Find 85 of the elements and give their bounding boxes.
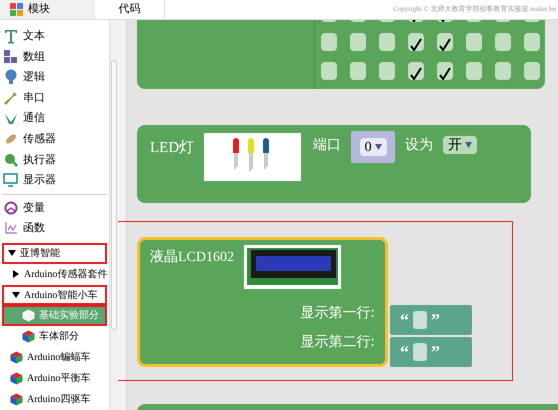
dropdown[interactable]: 开 [443,136,478,154]
dropdown-arrow-icon [465,142,472,148]
matrix-cell[interactable] [495,33,511,51]
dropdown-arrow-icon [374,144,382,150]
category-item[interactable]: 执行器 [0,149,109,170]
category-item[interactable]: 显示器 [0,170,109,191]
matrix-cell[interactable] [379,33,395,51]
scrollbar[interactable] [109,20,118,410]
check-icon [439,67,451,80]
category-item[interactable]: 数组 [0,46,109,68]
tree-item[interactable]: Arduino传感器套件 [2,264,107,285]
tree-label: 亚博智能 [20,246,60,261]
matrix-cell[interactable] [321,62,337,80]
matrix-cell[interactable] [466,33,482,51]
matrix-cell[interactable] [379,62,395,80]
text-icon [4,28,18,44]
category-item[interactable]: 函数 [0,218,109,239]
category-label: 函数 [23,220,45,236]
check-icon [439,38,451,51]
bulb-icon [4,69,16,86]
category-label: 传感器 [23,130,56,147]
tree-item[interactable]: Arduino蝙蝠车 [2,347,107,368]
category-item[interactable]: 变量 [0,198,109,218]
collapsed-arrow-icon[interactable] [12,270,20,278]
tab[interactable]: 模块 [0,0,95,19]
sensor-icon [4,132,18,146]
category-label: 通信 [23,110,45,126]
matrix-cell[interactable] [408,62,424,80]
category-label: 文本 [23,28,45,44]
tree-item[interactable]: Arduino平衡车 [2,368,107,390]
tree-item[interactable]: 车体部分 [2,326,107,348]
matrix-cell[interactable] [321,33,337,51]
cube-icon [22,309,35,322]
led-block[interactable]: LED灯 端口 0 设为 开 [137,125,531,203]
matrix-cell[interactable] [437,62,453,80]
matrix-cell[interactable] [524,33,540,51]
tree-label: Arduino四驱车 [27,392,90,408]
cube-icon [10,393,23,406]
input-field[interactable] [413,311,427,329]
matrix-cell[interactable] [466,62,482,80]
tree-item[interactable]: 亚博智能 [2,242,107,264]
cube-icon [22,330,35,344]
variable-icon [4,200,18,215]
matrix-cell[interactable] [408,33,424,51]
category-label: 串口 [23,90,45,106]
check-icon [410,67,422,80]
input-field[interactable] [413,343,427,361]
category-item[interactable]: 传感器 [0,128,109,150]
matrix-cell[interactable] [524,62,540,80]
matrix-cell[interactable] [437,33,453,51]
actuator-icon [4,152,18,167]
category-item[interactable]: 文本 [0,26,109,47]
matrix-cell[interactable] [350,62,366,80]
dropdown[interactable]: 0 [360,138,387,156]
cube-icon [10,351,23,364]
matrix-cell[interactable] [495,62,511,80]
category-item[interactable]: 逻辑 [0,67,109,88]
grid-icon [4,50,18,64]
workspace-scrollbar[interactable] [118,20,127,410]
category-item[interactable]: 通信 [0,108,109,129]
matrix-cell[interactable] [350,33,366,51]
tree-label: Arduino智能小车 [24,288,98,303]
tree-label: 车体部分 [39,330,79,344]
category-item[interactable]: 串口 [0,88,109,108]
category-label: 显示器 [23,172,56,188]
tree-item[interactable]: Arduino智能小车 [2,284,107,306]
input-label: 显示第一行: [300,304,375,323]
category-label: 逻辑 [23,69,45,86]
tree-label: 基础实验部分 [39,308,99,324]
tree-label: Arduino蝙蝠车 [27,350,90,366]
check-icon [410,38,422,51]
input-label: 显示第二行: [300,333,375,352]
cube-icon [10,372,23,386]
function-icon [4,222,16,234]
category-label: 执行器 [23,152,56,168]
category-label: 变量 [23,200,45,216]
puzzle-icon [10,2,24,16]
tree-label: Arduino平衡车 [27,372,90,386]
cable-icon [4,92,17,105]
tree-label: Arduino传感器套件 [24,268,108,282]
expanded-arrow-icon[interactable] [8,249,16,258]
category-label: 数组 [23,48,45,65]
tree-item[interactable]: Arduino四驱车 [2,389,107,410]
expanded-arrow-icon[interactable] [12,291,20,300]
monitor-icon [3,173,18,188]
